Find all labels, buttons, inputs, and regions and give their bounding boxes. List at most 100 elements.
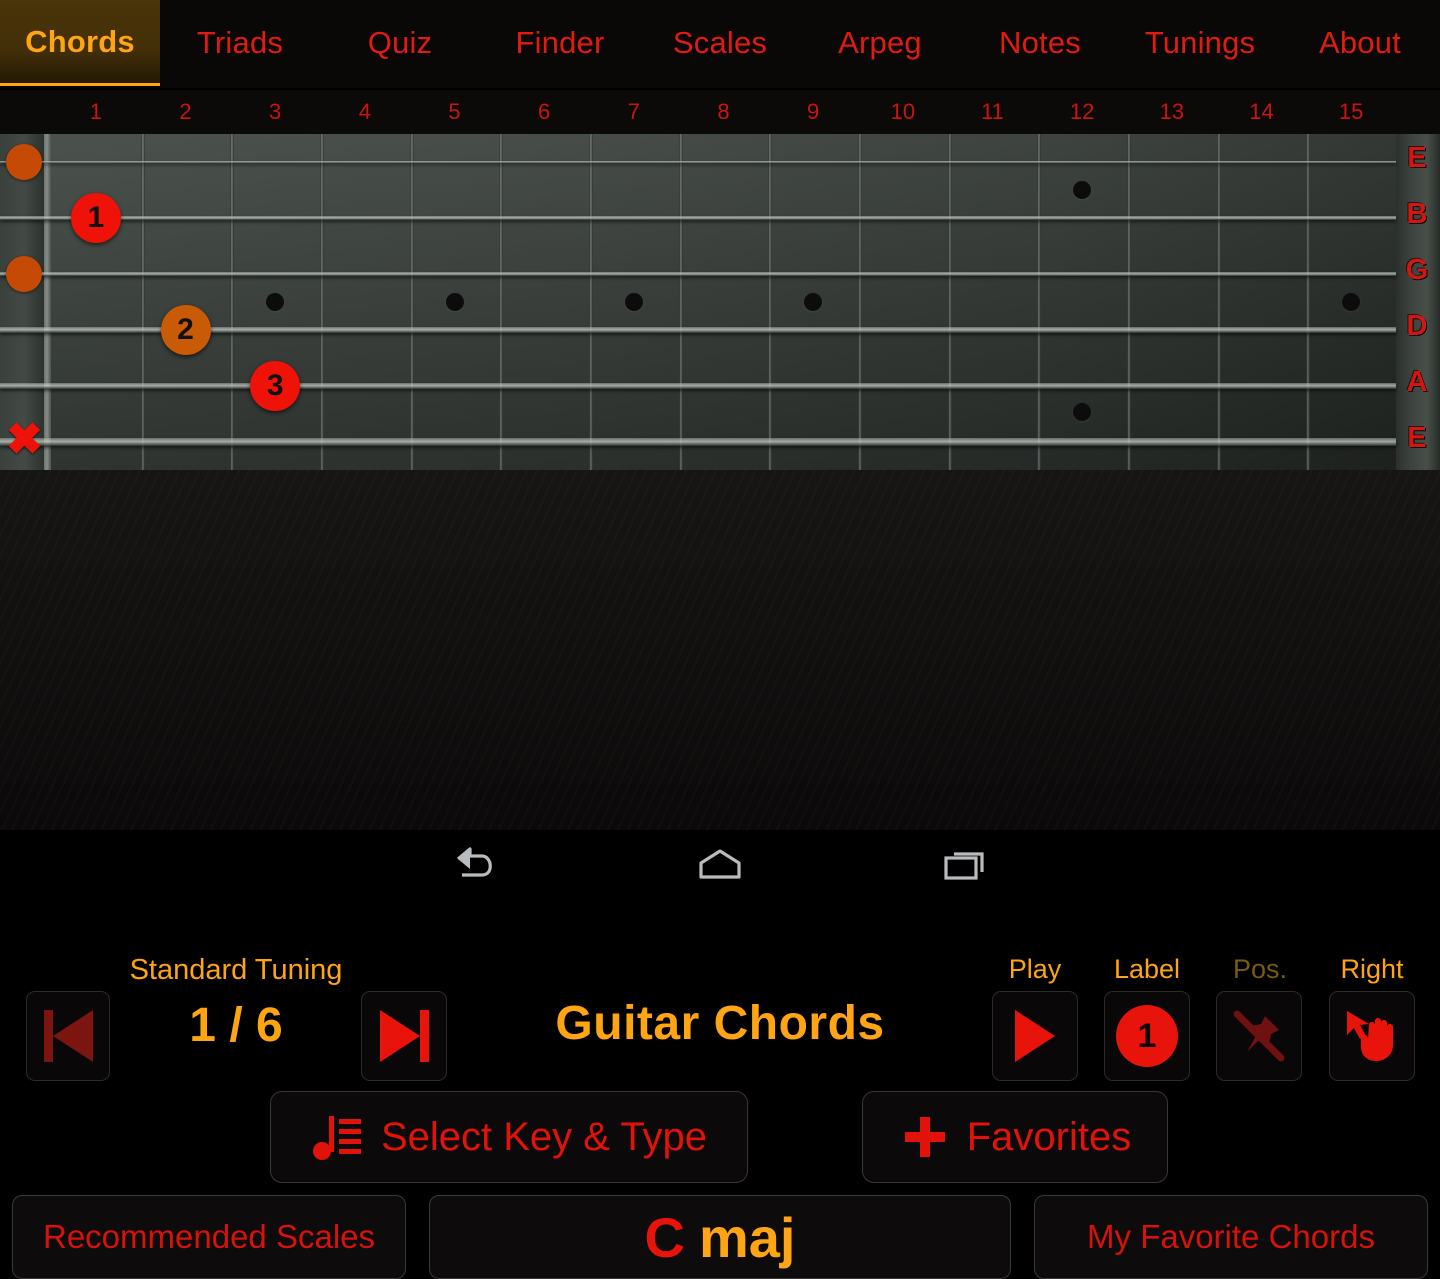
back-arrow-icon	[456, 847, 492, 877]
open-string-marker-1[interactable]	[6, 144, 42, 180]
fret-number-4: 4	[358, 99, 371, 124]
tab-scales-label: Scales	[672, 25, 768, 60]
string-B-2	[0, 216, 1396, 220]
finger-dot-1[interactable]: 1	[70, 193, 121, 243]
fret-number-3: 3	[269, 99, 282, 124]
fretboard[interactable]: E B G D A E ✖ 1 2 3	[0, 134, 1440, 470]
tab-notes[interactable]: Notes	[960, 0, 1120, 86]
fret-line-2	[230, 134, 235, 470]
play-button[interactable]	[992, 991, 1078, 1081]
tab-triads-label: Triads	[196, 25, 284, 60]
tuning-label: Standard Tuning	[129, 954, 343, 986]
finger-dot-3[interactable]: 3	[250, 361, 301, 411]
previous-variation-button[interactable]	[26, 991, 110, 1081]
fret-number-10: 10	[890, 99, 916, 124]
my-favorite-chords-label: My Favorite Chords	[1087, 1218, 1375, 1255]
my-favorite-chords-button[interactable]: My Favorite Chords	[1034, 1195, 1428, 1279]
tab-arpeg[interactable]: Arpeg	[800, 0, 960, 86]
nav-back-button[interactable]	[420, 830, 530, 900]
tab-scales[interactable]: Scales	[640, 0, 800, 86]
string-A-5	[0, 382, 1396, 390]
handedness-label: Right	[1340, 954, 1404, 984]
pin-off-icon	[1233, 1010, 1285, 1062]
fret-line-5	[499, 134, 504, 470]
label-toggle-button[interactable]: 1	[1104, 991, 1190, 1081]
play-icon	[1015, 1010, 1055, 1062]
tab-about[interactable]: About	[1280, 0, 1440, 86]
position-lock-label: Pos.	[1232, 954, 1288, 984]
current-chord-display[interactable]: C maj	[429, 1195, 1011, 1279]
fret-number-strip: 1 2 3 4 5 6 7 8 9 10 11 12 13 14 15	[0, 90, 1440, 134]
nav-recents-button[interactable]	[910, 830, 1020, 900]
select-key-type-label: Select Key & Type	[380, 1114, 708, 1159]
favorites-label: Favorites	[966, 1114, 1132, 1159]
variation-counter: 1 / 6	[189, 999, 283, 1052]
string-label-1: E	[1407, 142, 1427, 174]
fret-number-2: 2	[179, 99, 192, 124]
fret-number-6: 6	[538, 99, 551, 124]
control-panel: Standard Tuning 1 / 6 Guitar Chords Play…	[0, 470, 1440, 1279]
tab-finder-label: Finder	[515, 25, 605, 60]
tab-about-label: About	[1318, 25, 1401, 60]
fret-number-9: 9	[807, 99, 820, 124]
fret-line-6	[589, 134, 593, 470]
skip-next-icon	[379, 1010, 429, 1062]
string-label-6: E	[1407, 422, 1427, 454]
fret-line-11	[1037, 134, 1042, 470]
page-title: Guitar Chords	[555, 997, 885, 1050]
nut	[44, 134, 51, 470]
muted-string-marker-6[interactable]: ✖	[6, 418, 43, 462]
fret-line-7	[678, 134, 683, 470]
fret-line-3	[320, 134, 324, 470]
fretboard-wood	[51, 134, 1396, 470]
position-lock-button[interactable]	[1216, 991, 1302, 1081]
fret-line-4	[409, 134, 414, 470]
string-E-1	[0, 161, 1396, 163]
string-G-3	[0, 271, 1396, 277]
android-navigation-bar	[0, 830, 1440, 900]
chord-type: maj	[698, 1205, 796, 1269]
music-note-list-icon	[312, 1116, 361, 1160]
tab-finder[interactable]: Finder	[480, 0, 640, 86]
string-label-4: D	[1406, 310, 1428, 342]
open-string-marker-3[interactable]	[6, 256, 42, 292]
string-label-2: B	[1406, 198, 1428, 230]
fret-number-8: 8	[717, 99, 730, 124]
plus-icon	[904, 1117, 945, 1157]
string-label-5: A	[1406, 366, 1428, 398]
fret-number-7: 7	[627, 99, 640, 124]
string-E-6	[0, 438, 1396, 446]
fret-line-1	[140, 134, 145, 470]
skip-previous-icon	[43, 1010, 93, 1062]
finger-dot-2[interactable]: 2	[160, 305, 211, 355]
recommended-scales-button[interactable]: Recommended Scales	[12, 1195, 406, 1279]
recommended-scales-label: Recommended Scales	[43, 1218, 375, 1255]
inlay-dot-fret-5	[445, 293, 464, 311]
handedness-button[interactable]	[1329, 991, 1415, 1081]
recents-icon	[944, 852, 984, 880]
chord-root: C	[644, 1205, 685, 1269]
label-toggle-label: Label	[1113, 954, 1181, 984]
top-tab-bar: Chords Triads Quiz Finder Scales Arpeg N…	[0, 0, 1440, 90]
label-number-icon: 1	[1116, 1005, 1178, 1067]
select-key-type-button[interactable]: Select Key & Type	[270, 1091, 748, 1183]
tab-notes-label: Notes	[999, 25, 1081, 60]
hand-cursor-icon	[1347, 1011, 1393, 1061]
fret-number-14: 14	[1249, 99, 1274, 124]
tab-tunings[interactable]: Tunings	[1120, 0, 1280, 86]
fret-line-8	[768, 134, 773, 470]
home-icon	[699, 849, 741, 879]
fret-number-12: 12	[1069, 99, 1095, 124]
nav-home-button[interactable]	[665, 830, 775, 900]
tab-triads[interactable]: Triads	[160, 0, 320, 86]
tab-quiz[interactable]: Quiz	[320, 0, 480, 86]
string-label-3: G	[1405, 254, 1429, 286]
play-label: Play	[1008, 954, 1062, 984]
fret-line-9	[858, 134, 862, 470]
tab-chords[interactable]: Chords	[0, 0, 160, 86]
favorites-button[interactable]: Favorites	[862, 1091, 1168, 1183]
tab-arpeg-label: Arpeg	[838, 25, 922, 60]
tab-quiz-label: Quiz	[367, 25, 433, 60]
tab-chords-label: Chords	[25, 23, 135, 59]
next-variation-button[interactable]	[361, 991, 447, 1081]
